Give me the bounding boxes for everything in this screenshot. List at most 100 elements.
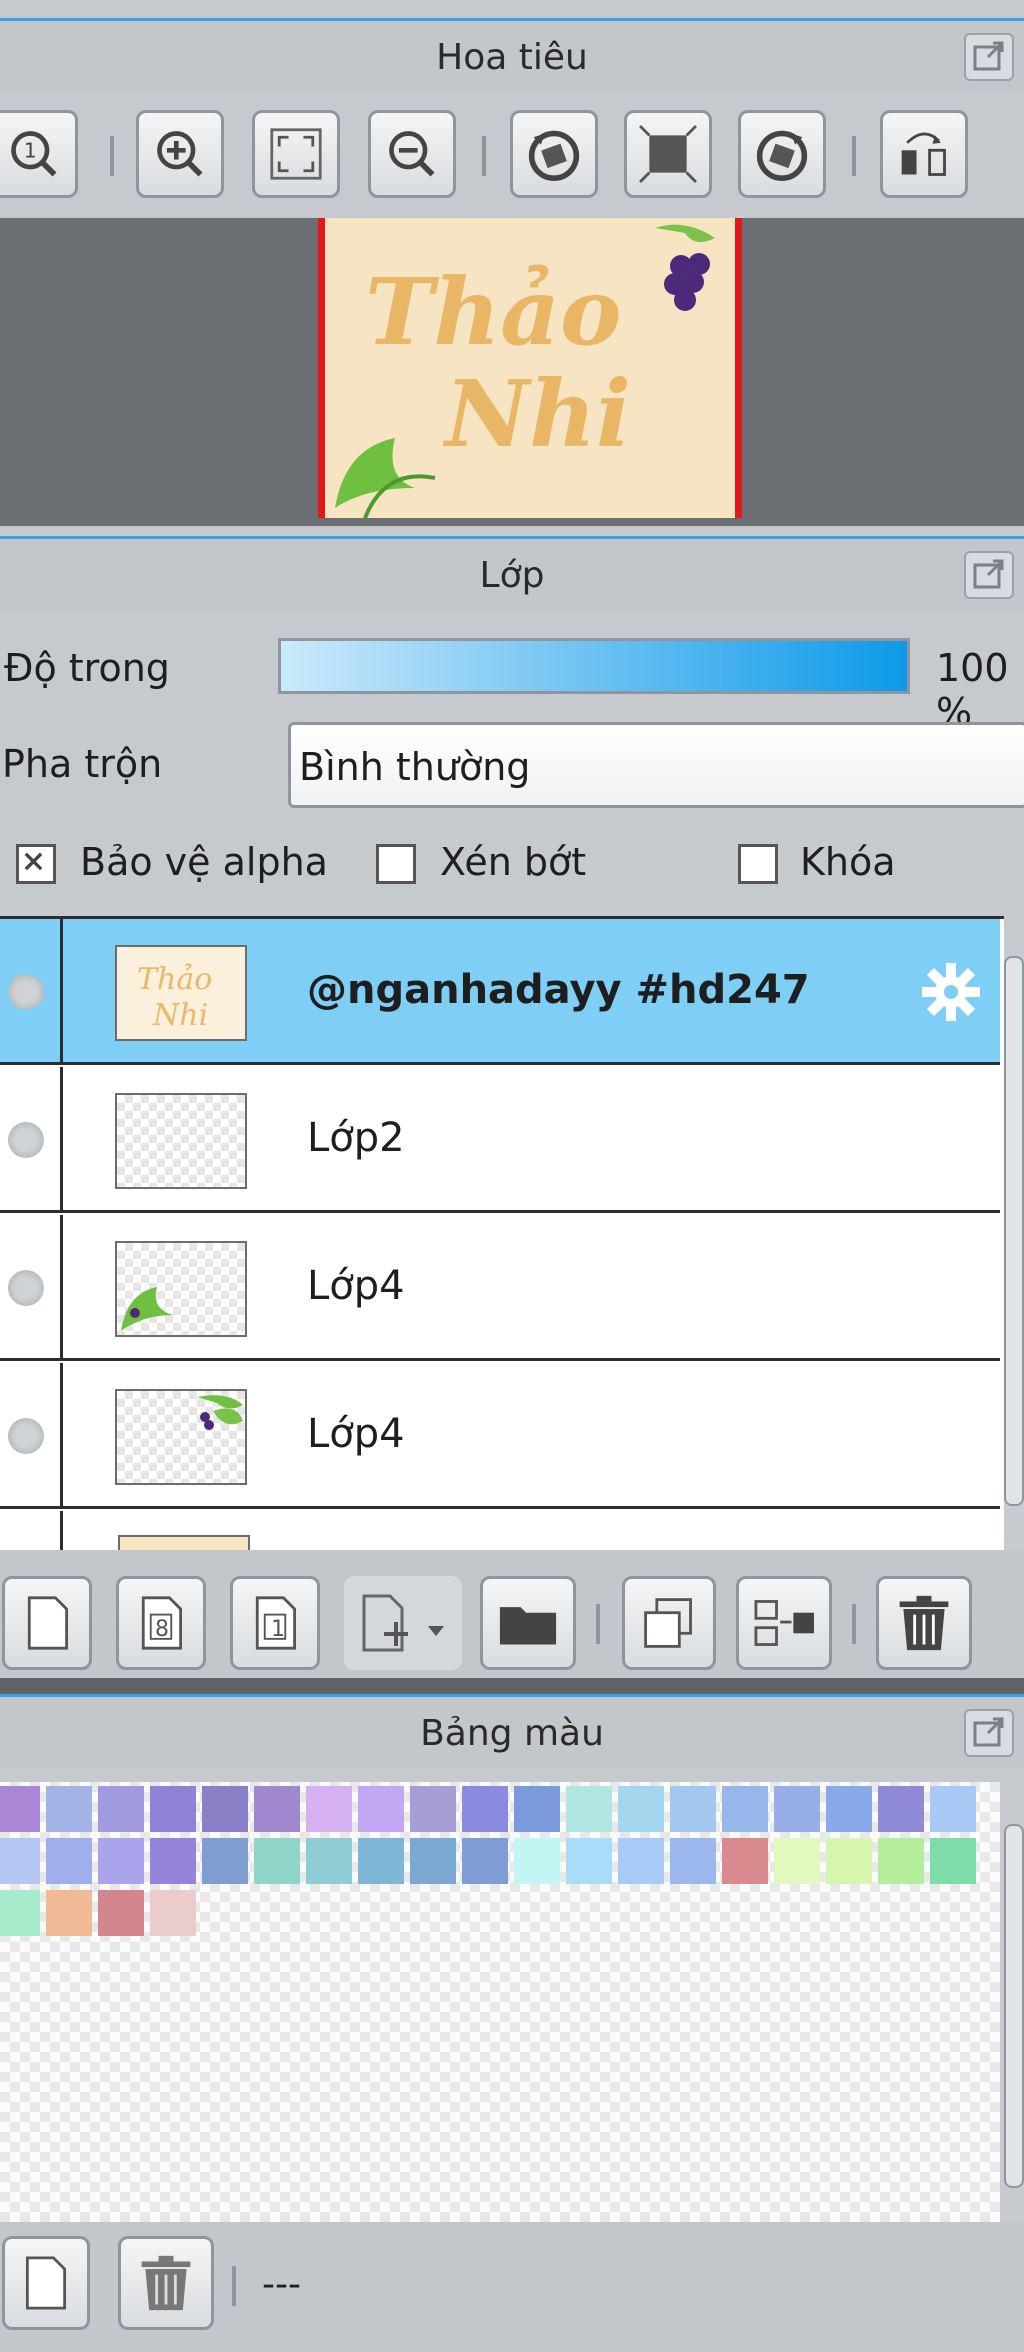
- fit-to-window-button[interactable]: [252, 110, 340, 198]
- zoom-in-button[interactable]: [136, 110, 224, 198]
- color-swatch[interactable]: [722, 1838, 768, 1884]
- layer-row[interactable]: Lớp4: [0, 1215, 1000, 1361]
- row-divider: [60, 1363, 63, 1506]
- color-swatch[interactable]: [878, 1786, 924, 1832]
- color-swatch[interactable]: [462, 1838, 508, 1884]
- new-folder-button[interactable]: [480, 1576, 576, 1670]
- zoom-actual-size-button[interactable]: 1: [0, 110, 78, 198]
- svg-text:1: 1: [24, 139, 37, 163]
- color-swatch[interactable]: [878, 1838, 924, 1884]
- color-swatch[interactable]: [98, 1838, 144, 1884]
- color-swatch[interactable]: [826, 1838, 872, 1884]
- scrollbar-thumb[interactable]: [1004, 956, 1024, 1506]
- color-swatch[interactable]: [0, 1890, 40, 1936]
- trash-icon: [899, 1595, 949, 1651]
- blend-label: Pha trộn: [2, 742, 163, 786]
- toolbar-separator: [596, 1604, 600, 1644]
- color-swatch[interactable]: [358, 1838, 404, 1884]
- color-swatch[interactable]: [826, 1786, 872, 1832]
- blend-mode-select[interactable]: Bình thường: [288, 722, 1024, 808]
- delete-swatch-button[interactable]: [118, 2236, 214, 2330]
- swatch-grid[interactable]: [0, 1782, 1000, 2222]
- color-swatch[interactable]: [514, 1838, 560, 1884]
- navigator-preview-area[interactable]: Thảo Nhi: [0, 218, 1024, 526]
- zoom-out-button[interactable]: [368, 110, 456, 198]
- reset-rotation-button[interactable]: [624, 110, 712, 198]
- protect-alpha-checkbox[interactable]: [16, 844, 56, 884]
- color-swatch[interactable]: [566, 1786, 612, 1832]
- delete-layer-button[interactable]: [876, 1576, 972, 1670]
- new-8bit-layer-button[interactable]: 8: [116, 1576, 206, 1670]
- visibility-toggle[interactable]: [8, 974, 44, 1010]
- color-swatch[interactable]: [670, 1838, 716, 1884]
- popout-icon[interactable]: [964, 551, 1014, 599]
- palette-scrollbar[interactable]: [1004, 1824, 1024, 2208]
- color-swatch[interactable]: [46, 1890, 92, 1936]
- color-swatch[interactable]: [150, 1838, 196, 1884]
- color-swatch[interactable]: [930, 1786, 976, 1832]
- color-swatch[interactable]: [202, 1786, 248, 1832]
- color-swatch[interactable]: [0, 1786, 40, 1832]
- color-swatch[interactable]: [930, 1838, 976, 1884]
- flip-horizontal-button[interactable]: [880, 110, 968, 198]
- flip-horizontal-icon: [901, 132, 946, 176]
- color-swatch[interactable]: [670, 1786, 716, 1832]
- visibility-toggle[interactable]: [8, 1270, 44, 1306]
- layer-row[interactable]: Lớp4: [0, 1363, 1000, 1509]
- color-swatch[interactable]: [98, 1786, 144, 1832]
- color-swatch[interactable]: [618, 1786, 664, 1832]
- color-swatch[interactable]: [150, 1786, 196, 1832]
- svg-text:Nhi: Nhi: [152, 998, 208, 1033]
- rotate-left-button[interactable]: [510, 110, 598, 198]
- color-swatch[interactable]: [254, 1838, 300, 1884]
- new-layer-1-label: 1: [271, 1617, 285, 1642]
- layer-list-scrollbar[interactable]: [1004, 956, 1024, 1546]
- color-swatch[interactable]: [722, 1786, 768, 1832]
- color-swatch[interactable]: [410, 1786, 456, 1832]
- panel-divider[interactable]: [0, 1678, 1024, 1694]
- toolbar-separator: [852, 1604, 856, 1644]
- layer-thumbnail: [115, 1241, 247, 1337]
- popout-icon[interactable]: [964, 1709, 1014, 1757]
- scrollbar-thumb[interactable]: [1004, 1824, 1024, 2188]
- rotate-left-icon: [528, 130, 580, 182]
- visibility-toggle[interactable]: [8, 1122, 44, 1158]
- color-swatch[interactable]: [254, 1786, 300, 1832]
- reset-view-icon: [639, 125, 697, 183]
- color-swatch[interactable]: [358, 1786, 404, 1832]
- color-swatch[interactable]: [514, 1786, 560, 1832]
- opacity-slider[interactable]: [278, 638, 910, 694]
- lock-checkbox[interactable]: [738, 844, 778, 884]
- popout-icon[interactable]: [964, 33, 1014, 81]
- gear-icon[interactable]: [918, 959, 984, 1025]
- add-layer-dropdown-button[interactable]: [344, 1576, 462, 1670]
- color-swatch[interactable]: [46, 1786, 92, 1832]
- visibility-toggle[interactable]: [8, 1418, 44, 1454]
- color-swatch[interactable]: [46, 1838, 92, 1884]
- color-swatch[interactable]: [410, 1838, 456, 1884]
- new-1bit-layer-button[interactable]: 1: [230, 1576, 320, 1670]
- duplicate-layer-button[interactable]: [622, 1576, 716, 1670]
- color-swatch[interactable]: [618, 1838, 664, 1884]
- color-swatch[interactable]: [98, 1890, 144, 1936]
- color-swatch[interactable]: [306, 1838, 352, 1884]
- color-swatch[interactable]: [150, 1890, 196, 1936]
- color-swatch[interactable]: [462, 1786, 508, 1832]
- layer-row[interactable]: Lớp2: [0, 1067, 1000, 1213]
- color-swatch[interactable]: [202, 1838, 248, 1884]
- merge-down-button[interactable]: [736, 1576, 832, 1670]
- color-swatch[interactable]: [774, 1786, 820, 1832]
- layer-list[interactable]: Thảo Nhi @nganhadayy #hd247 Lớp2 Lớp4 Lớ…: [0, 916, 1004, 1553]
- color-swatch[interactable]: [0, 1838, 40, 1884]
- rotate-right-button[interactable]: [738, 110, 826, 198]
- palette-title: Bảng màu: [420, 1713, 604, 1754]
- grape-icon: [655, 224, 715, 311]
- clip-checkbox[interactable]: [376, 844, 416, 884]
- add-swatch-button[interactable]: [2, 2236, 90, 2330]
- color-swatch[interactable]: [774, 1838, 820, 1884]
- new-layer-button[interactable]: [2, 1576, 92, 1670]
- layer-row[interactable]: Thảo Nhi @nganhadayy #hd247: [0, 919, 1000, 1065]
- color-swatch[interactable]: [306, 1786, 352, 1832]
- blend-mode-value: Bình thường: [299, 745, 531, 789]
- color-swatch[interactable]: [566, 1838, 612, 1884]
